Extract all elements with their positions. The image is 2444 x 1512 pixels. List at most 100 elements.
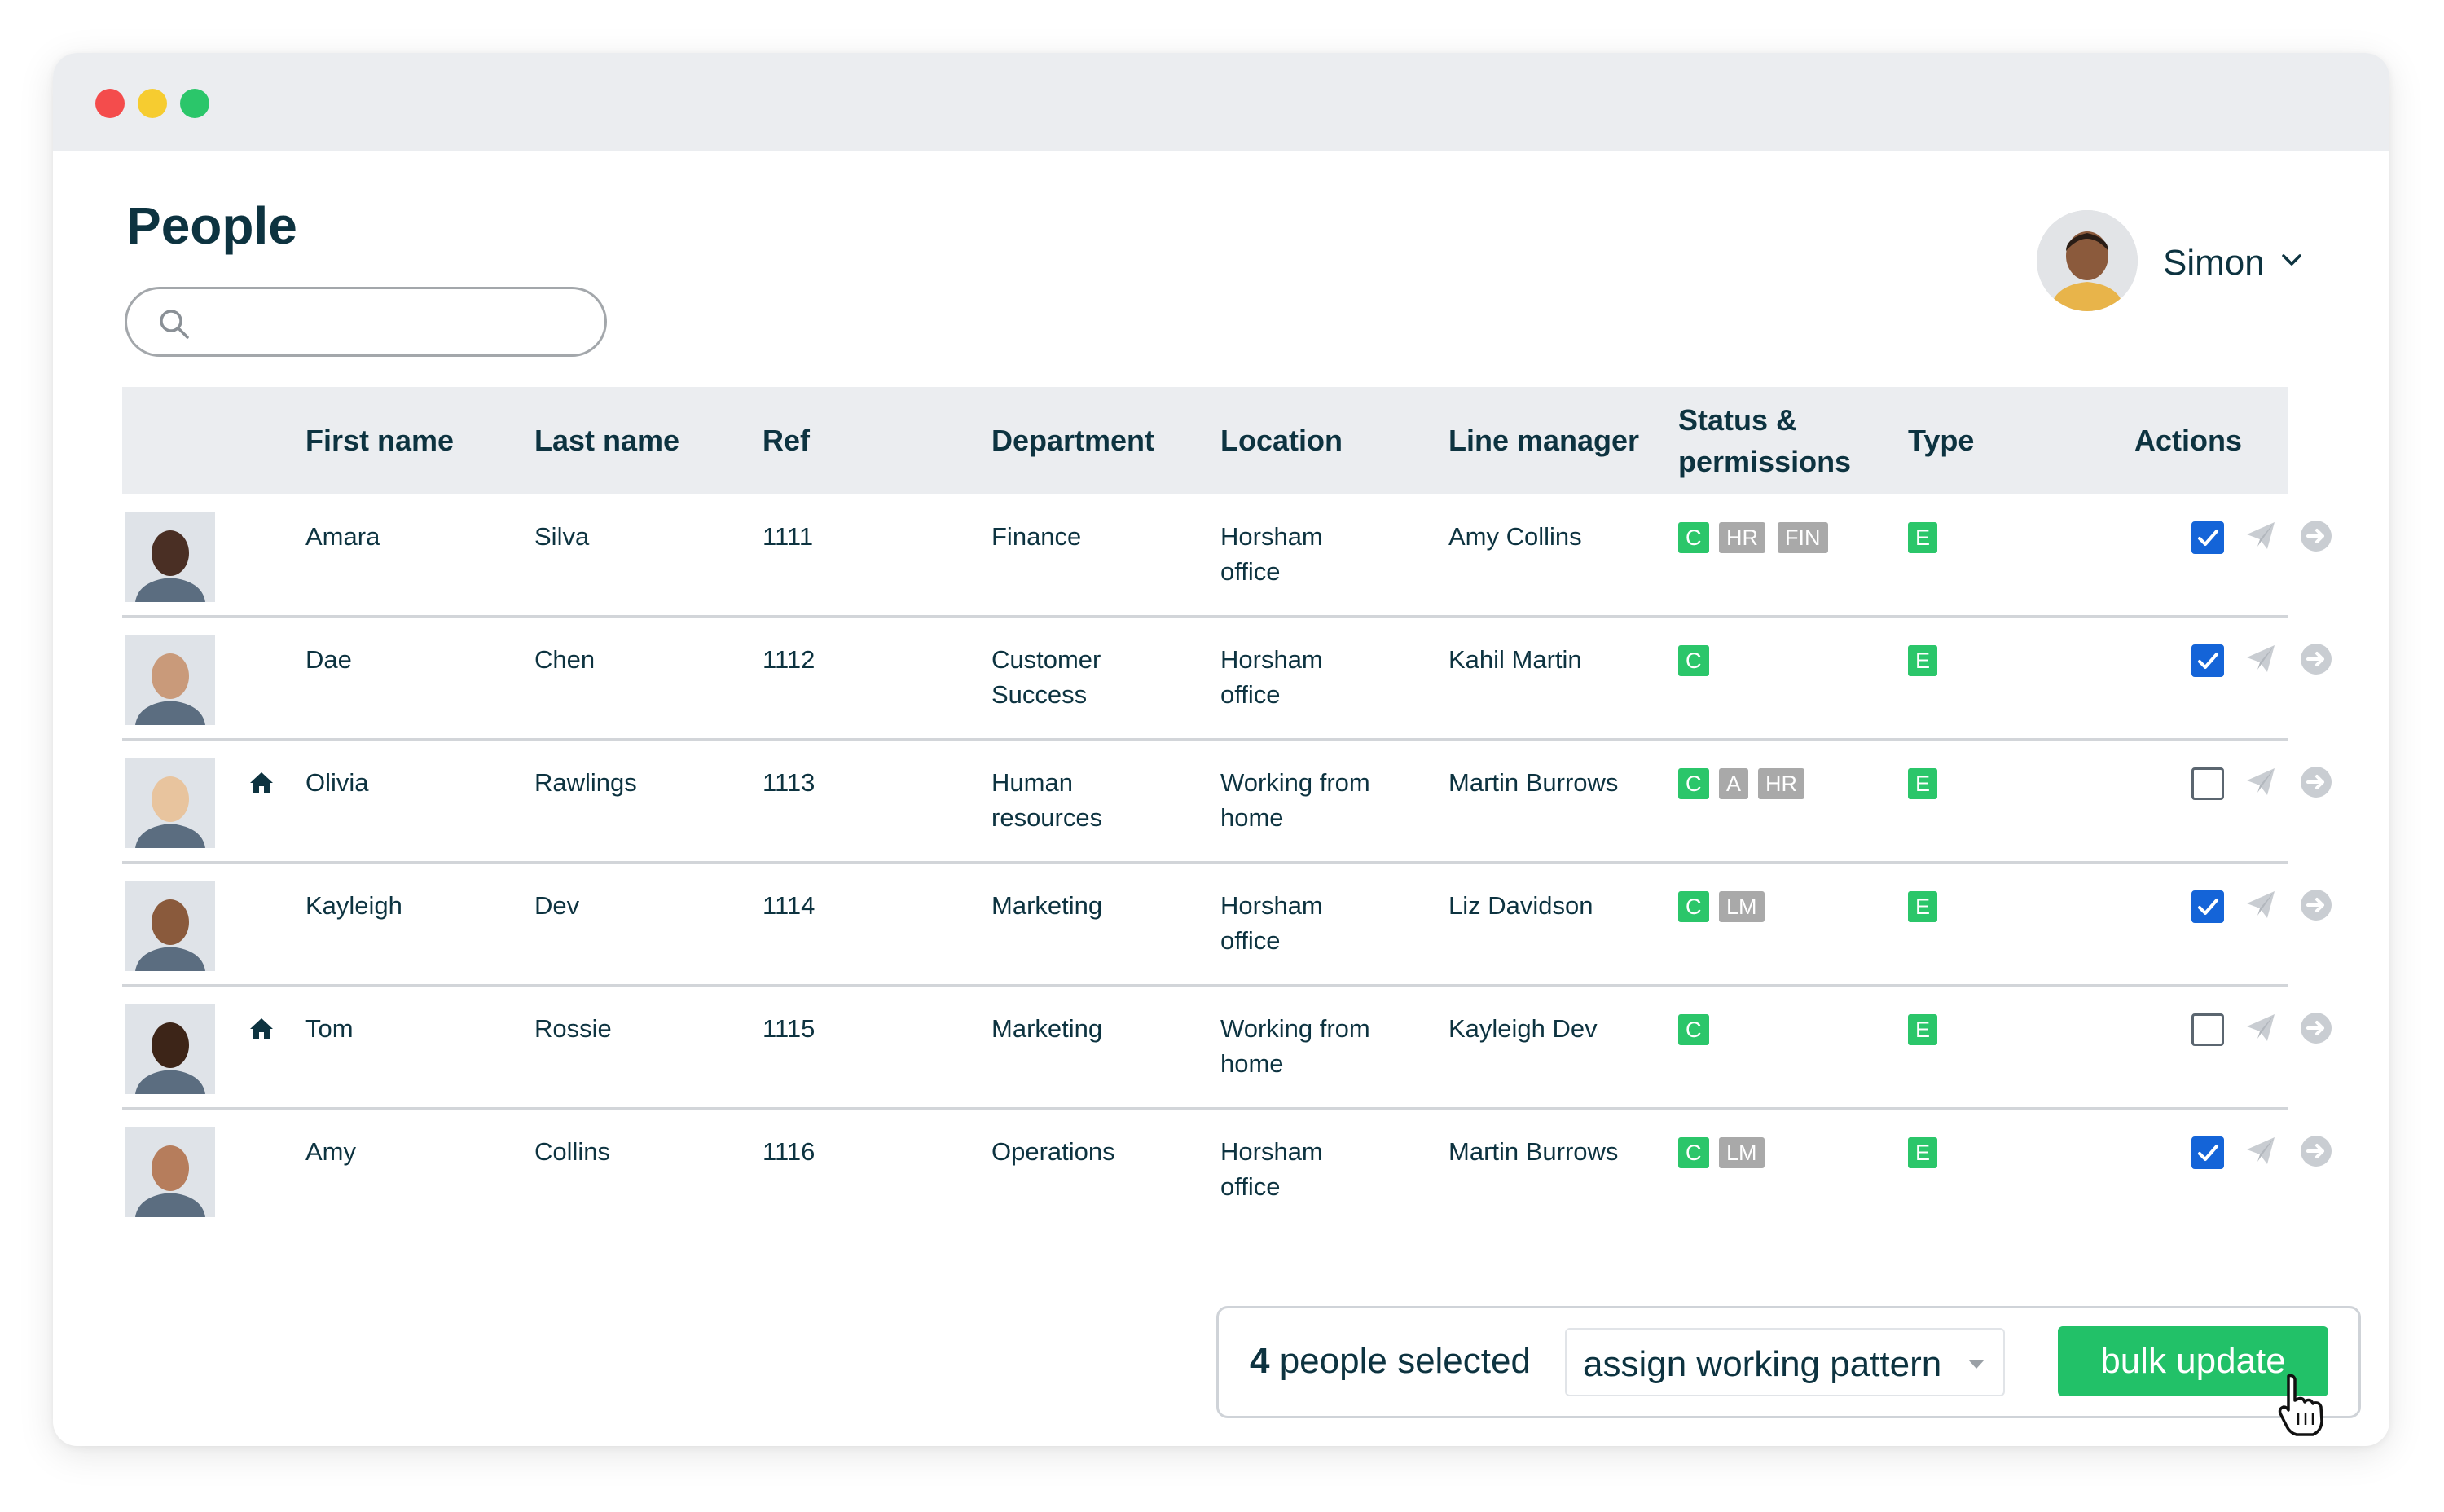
- location-line1: Working from: [1220, 768, 1370, 797]
- first-name: Amy: [306, 1137, 356, 1166]
- last-name: Dev: [534, 891, 580, 920]
- permission-badge: A: [1719, 768, 1749, 799]
- line-manager: Liz Davidson: [1448, 891, 1593, 920]
- selected-count: 4 people selected: [1250, 1341, 1531, 1381]
- location-line2: office: [1220, 680, 1281, 709]
- permission-badge: HR: [1758, 768, 1804, 799]
- permission-badge: C: [1678, 1014, 1709, 1045]
- search-input[interactable]: [204, 297, 587, 346]
- permission-badge: C: [1678, 522, 1709, 553]
- location-line1: Working from: [1220, 1014, 1370, 1043]
- send-icon[interactable]: [2244, 1012, 2277, 1044]
- type-badge: E: [1908, 1014, 1938, 1045]
- ref: 1111: [763, 522, 814, 551]
- maximize-window-button[interactable]: [180, 89, 209, 118]
- table-row[interactable]: Tom Rossie 1115 Marketing Working from home Ka…: [122, 987, 2332, 1110]
- table-row[interactable]: Amy Collins 1116 Operations Horsham office Mar…: [122, 1110, 2332, 1233]
- first-name: Tom: [306, 1014, 354, 1043]
- ref: 1115: [763, 1014, 815, 1043]
- department-line1: Finance: [991, 522, 1082, 551]
- header-first-name[interactable]: First name: [306, 424, 454, 458]
- location-line2: home: [1220, 1049, 1284, 1078]
- header-line-manager[interactable]: Line manager: [1448, 424, 1639, 458]
- department-line1: Customer: [991, 645, 1101, 674]
- last-name: Rossie: [534, 1014, 612, 1043]
- caret-down-icon: [1968, 1360, 1985, 1369]
- home-icon: [250, 1018, 273, 1040]
- table-header: First name Last name Ref Department Loca…: [122, 387, 2288, 494]
- header-status-line1[interactable]: Status &: [1678, 403, 1797, 437]
- type-badge: E: [1908, 768, 1938, 799]
- title-bar: [53, 53, 2389, 151]
- people-table: First name Last name Ref Department Loca…: [122, 387, 2332, 1233]
- type-badge: E: [1908, 522, 1938, 553]
- table-row[interactable]: Kayleigh Dev 1114 Marketing Horsham office Liz…: [122, 864, 2332, 987]
- last-name: Chen: [534, 645, 596, 674]
- header-status-line2: permissions: [1678, 445, 1852, 478]
- type-badge: E: [1908, 891, 1938, 922]
- permission-badge: LM: [1719, 1137, 1765, 1168]
- row-select-checkbox[interactable]: [2191, 767, 2224, 800]
- permission-badge: C: [1678, 645, 1709, 676]
- location-line1: Horsham: [1220, 522, 1323, 551]
- type-badge: E: [1908, 1137, 1938, 1168]
- table-row[interactable]: Amara Silva 1111 Finance Horsham office Amy Co…: [122, 494, 2332, 618]
- row-select-checkbox[interactable]: [2191, 1013, 2224, 1046]
- bulk-action-value: assign working pattern: [1583, 1344, 1942, 1384]
- bulk-action-select[interactable]: assign working pattern: [1565, 1328, 2005, 1396]
- last-name: Rawlings: [534, 768, 637, 797]
- first-name: Kayleigh: [306, 891, 402, 920]
- hand-cursor-icon: [2278, 1374, 2323, 1436]
- arrow-right-circle-icon[interactable]: [2299, 1134, 2333, 1168]
- chevron-down-icon: [2282, 254, 2301, 266]
- permission-badge: C: [1678, 768, 1709, 799]
- location-line1: Horsham: [1220, 1137, 1323, 1166]
- send-icon[interactable]: [2244, 643, 2277, 675]
- department-line2: Success: [991, 680, 1088, 709]
- send-icon[interactable]: [2244, 766, 2277, 798]
- send-icon[interactable]: [2244, 1135, 2277, 1167]
- last-name: Collins: [534, 1137, 611, 1166]
- line-manager: Amy Collins: [1448, 522, 1582, 551]
- user-menu[interactable]: Simon: [2037, 210, 2330, 316]
- close-window-button[interactable]: [95, 89, 125, 118]
- row-select-checkbox[interactable]: [2191, 521, 2224, 554]
- person-photo: [125, 635, 215, 725]
- ref: 1114: [763, 891, 815, 920]
- location-line2: home: [1220, 803, 1284, 832]
- minimize-window-button[interactable]: [138, 89, 167, 118]
- header-ref[interactable]: Ref: [763, 424, 810, 458]
- department-line2: resources: [991, 803, 1103, 832]
- user-name: Simon: [2163, 243, 2265, 283]
- department-line1: Operations: [991, 1137, 1115, 1166]
- arrow-right-circle-icon[interactable]: [2299, 519, 2333, 553]
- bulk-action-bar: 4 people selected assign working pattern…: [1216, 1306, 2361, 1418]
- header-location[interactable]: Location: [1220, 424, 1343, 458]
- home-icon: [250, 772, 273, 793]
- arrow-right-circle-icon[interactable]: [2299, 1011, 2333, 1045]
- ref: 1112: [763, 645, 815, 674]
- permission-badge: LM: [1719, 891, 1765, 922]
- location-line2: office: [1220, 1172, 1281, 1201]
- header-department[interactable]: Department: [991, 424, 1154, 458]
- person-photo: [125, 1127, 215, 1217]
- send-icon[interactable]: [2244, 520, 2277, 552]
- location-line1: Horsham: [1220, 891, 1323, 920]
- header-last-name[interactable]: Last name: [534, 424, 679, 458]
- line-manager: Martin Burrows: [1448, 1137, 1619, 1166]
- row-select-checkbox[interactable]: [2191, 890, 2224, 923]
- page-title: People: [126, 196, 297, 255]
- send-icon[interactable]: [2244, 889, 2277, 921]
- department-line1: Human: [991, 768, 1073, 797]
- ref: 1113: [763, 768, 815, 797]
- search-box[interactable]: [125, 287, 607, 357]
- row-select-checkbox[interactable]: [2191, 644, 2224, 677]
- permission-badge: HR: [1719, 522, 1765, 553]
- table-row[interactable]: Dae Chen 1112 Customer Success Horsham office K…: [122, 618, 2332, 741]
- arrow-right-circle-icon[interactable]: [2299, 888, 2333, 922]
- table-row[interactable]: Olivia Rawlings 1113 Human resources Working …: [122, 741, 2332, 864]
- arrow-right-circle-icon[interactable]: [2299, 642, 2333, 676]
- row-select-checkbox[interactable]: [2191, 1136, 2224, 1169]
- arrow-right-circle-icon[interactable]: [2299, 765, 2333, 799]
- header-type[interactable]: Type: [1908, 424, 1974, 458]
